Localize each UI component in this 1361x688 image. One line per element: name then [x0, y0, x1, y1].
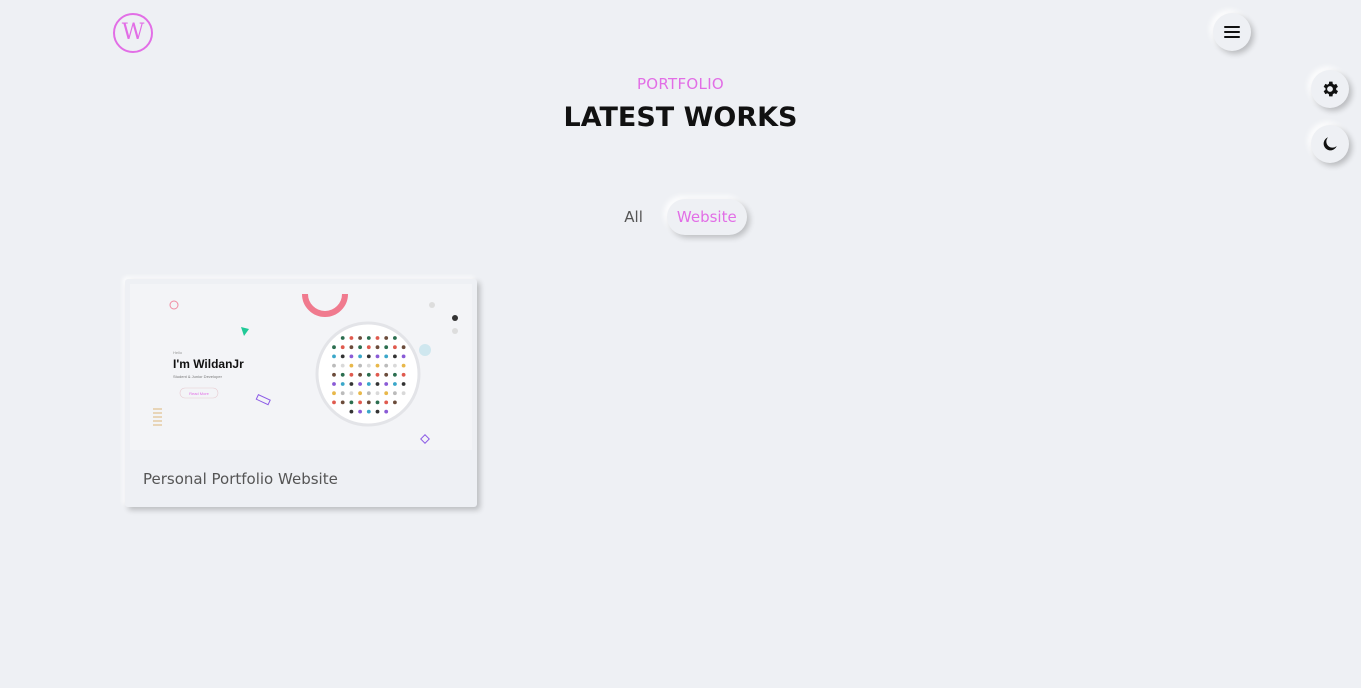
thumbnail-dot: [375, 391, 380, 396]
thumbnail-dot: [366, 354, 371, 359]
thumbnail-dot: [358, 409, 362, 414]
thumbnail-dot: [358, 345, 362, 350]
thumbnail-dot: [375, 336, 380, 340]
filter-website[interactable]: Website: [666, 199, 747, 235]
project-thumbnail[interactable]: Hello I'm WildanJr Student & Junior Deve…: [130, 284, 472, 450]
thumbnail-dot: [358, 354, 362, 359]
project-title: Personal Portfolio Website: [143, 470, 338, 488]
thumbnail-dot: [393, 354, 397, 359]
thumbnail-dot: [384, 372, 389, 377]
thumbnail-dot: [393, 391, 397, 396]
thumbnail-dot: [401, 363, 406, 368]
thumbnail-dot: [332, 345, 336, 350]
thumbnail-dot: [375, 409, 380, 414]
logo-letter: W: [121, 20, 145, 45]
thumbnail-dot: [375, 345, 380, 350]
thumbnail-dot: [340, 400, 345, 405]
filter-all[interactable]: All: [614, 199, 653, 235]
thumbnail-dot: [349, 354, 354, 359]
thumbnail-dot: [340, 336, 345, 340]
thumbnail-dot: [358, 372, 362, 377]
thumbnail-dot: [358, 391, 362, 396]
thumbnail-dot: [375, 400, 380, 405]
thumbnail-dot: [366, 382, 371, 386]
thumbnail-dot: [340, 372, 345, 377]
logo[interactable]: W: [113, 13, 153, 53]
thumbnail-dot: [332, 391, 336, 396]
thumbnail-dot: [401, 345, 406, 350]
thumbnail-dot: [366, 345, 371, 350]
thumbnail-dot: [358, 400, 362, 405]
thumbnail-dot: [375, 363, 380, 368]
thumbnail-dot: [366, 372, 371, 377]
thumbnail-dot: [384, 409, 389, 414]
thumbnail-dot: [366, 391, 371, 396]
filter-bar: All Website: [0, 199, 1361, 235]
thumbnail-dot: [366, 336, 371, 340]
thumbnail-dot: [401, 354, 406, 359]
thumbnail-dot: [358, 336, 362, 340]
thumbnail-dot: [393, 382, 397, 386]
thumbnail-dot: [340, 382, 345, 386]
thumbnail-dot: [349, 391, 354, 396]
thumbnail-dot: [332, 372, 336, 377]
thumbnail-dot: [358, 382, 362, 386]
thumbnail-dot: [393, 400, 397, 405]
thumbnail-dot: [349, 372, 354, 377]
thumbnail-dot: [349, 382, 354, 386]
thumbnail-dot: [332, 354, 336, 359]
thumbnail-dot: [332, 382, 336, 386]
thumbnail-dot: [384, 391, 389, 396]
thumbnail-dot: [366, 400, 371, 405]
thumbnail-caption: Student & Junior Developer: [173, 374, 223, 379]
thumbnail-dot: [358, 363, 362, 368]
thumbnail-preview: Hello I'm WildanJr Student & Junior Deve…: [130, 284, 472, 450]
thumbnail-dot: [332, 400, 336, 405]
thumbnail-dot: [393, 345, 397, 350]
thumbnail-dot: [366, 409, 371, 414]
thumbnail-dot: [366, 363, 371, 368]
hamburger-icon: [1224, 26, 1240, 38]
thumbnail-dot: [340, 345, 345, 350]
thumbnail-dot: [375, 382, 380, 386]
thumbnail-dot: [340, 363, 345, 368]
thumbnail-heading: I'm WildanJr: [173, 357, 244, 371]
thumbnail-dot: [393, 372, 397, 377]
moon-icon: [1323, 137, 1337, 151]
thumbnail-dot: [384, 400, 389, 405]
thumbnail-dot: [349, 363, 354, 368]
thumbnail-dot: [349, 336, 354, 340]
section-title: LATEST WORKS: [563, 102, 798, 133]
thumbnail-dot: [393, 363, 397, 368]
thumbnail-dot: [375, 372, 380, 377]
menu-button[interactable]: [1213, 13, 1251, 51]
thumbnail-dot: [384, 336, 389, 340]
thumbnail-button: Read More: [189, 391, 210, 396]
thumbnail-dot: [349, 400, 354, 405]
thumbnail-dot: [384, 354, 389, 359]
thumbnail-dot: [384, 363, 389, 368]
thumbnail-dot: [340, 391, 345, 396]
thumbnail-dot: [349, 409, 354, 414]
thumbnail-dot: [349, 345, 354, 350]
section-subtitle: PORTFOLIO: [636, 75, 725, 93]
thumbnail-dot: [393, 336, 397, 340]
thumbnail-dot: [401, 391, 406, 396]
thumbnail-dot: [401, 382, 406, 386]
thumbnail-dot: [384, 345, 389, 350]
thumbnail-greeting: Hello: [173, 350, 183, 355]
thumbnail-dot: [375, 354, 380, 359]
project-card[interactable]: Hello I'm WildanJr Student & Junior Deve…: [125, 279, 477, 507]
thumbnail-dot: [332, 363, 336, 368]
thumbnail-dot: [401, 372, 406, 377]
thumbnail-dot: [384, 382, 389, 386]
thumbnail-dot: [340, 354, 345, 359]
